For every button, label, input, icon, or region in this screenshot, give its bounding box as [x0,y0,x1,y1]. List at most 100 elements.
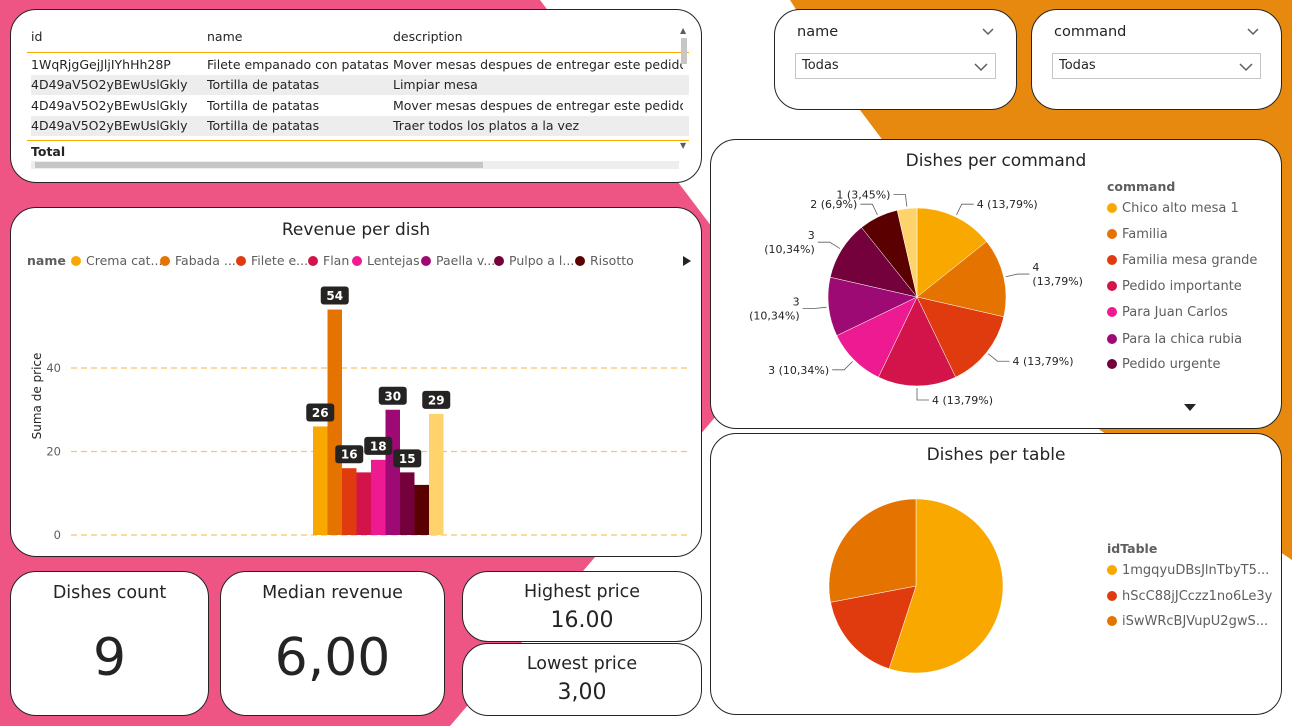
legend-item[interactable]: Para la chica rubia [1107,332,1242,347]
data-label: 18 [370,439,387,453]
legend-item[interactable]: Chico alto mesa 1 [1107,201,1239,216]
cell-description: Limpiar mesa [393,77,478,92]
slice-data-label-line: 4 (13,79%) [977,198,1038,211]
cell-id: 4D49aV5O2yBEwUslGkly [31,77,188,92]
kpi-median-revenue-card: Median revenue 6,00 [220,571,445,716]
slicer-name-card: name Todas [774,9,1017,110]
legend-item-label: Pedido importante [1122,279,1242,294]
slice-data-label-line: 3 (10,34%) [768,364,829,377]
legend-item-label: hScC88jJCczz1no6Le3y [1122,589,1273,604]
column-header-description[interactable]: description [393,27,683,47]
table-row[interactable]: 4D49aV5O2yBEwUslGkly Tortilla de patatas… [31,96,689,116]
chevron-down-icon[interactable] [973,59,989,75]
cell-name: Tortilla de patatas [207,77,320,92]
cell-description: Mover mesas despues de entregar este ped… [393,98,683,113]
scroll-up-icon[interactable]: ▲ [680,26,686,35]
slice-data-label: 4 (13,79%) [977,198,1038,211]
legend-item[interactable]: hScC88jJCczz1no6Le3y [1107,589,1272,604]
table-row[interactable]: 4D49aV5O2yBEwUslGkly Tortilla de patatas… [31,75,689,95]
leader-line [817,241,841,249]
leader-line [987,353,1010,362]
cell-name: Tortilla de patatas [207,98,320,113]
leader-line [832,361,853,371]
data-label: 30 [384,389,401,403]
chevron-down-icon[interactable] [980,24,996,40]
leader-line [916,388,929,401]
horizontal-scrollbar[interactable] [31,161,679,169]
data-label: 15 [399,452,416,466]
slicer-name-label: name [797,24,839,40]
table-row[interactable]: 1WqRjgGejJljIYhHh28P Filete empanado con… [31,55,689,75]
bar [429,413,444,535]
slice-data-label-line: 4 (13,79%) [932,394,993,407]
kpi-dishes-count-label: Dishes count [52,583,167,603]
legend-item[interactable]: 1mgqyuDBsJlnTbyT5... [1107,563,1269,578]
slice-data-label-line: 4 [1032,261,1039,274]
legend-scroll-down-icon[interactable] [1184,404,1196,412]
leader-line [1005,273,1030,278]
vertical-scrollbar-thumb[interactable] [681,38,687,64]
slice-data-label: 4 (13,79%) [1032,261,1083,288]
data-label: 16 [341,448,358,462]
slice-data-label: 3 (10,34%) [764,229,815,256]
slice-data-label-line: 1 (3,45%) [836,189,890,202]
column-header-name[interactable]: name [207,27,389,47]
vertical-scrollbar[interactable]: ▲ ▼ [679,26,689,152]
pie-command-legend-title: command [1107,179,1176,194]
kpi-median-revenue-value: 6,00 [274,628,391,688]
slice-data-label-line: (13,79%) [1032,275,1083,288]
legend-item[interactable]: Pedido importante [1107,279,1242,294]
kpi-lowest-price-value: 3,00 [557,680,607,705]
legend-item-label: Familia [1122,227,1168,242]
legend-item[interactable]: iSwWRcBJVupU2gwS... [1107,614,1268,629]
slice-data-label: 3 (10,34%) [768,364,829,377]
slicer-command-dropdown[interactable]: Todas [1052,53,1261,79]
bar [385,409,400,535]
legend-item[interactable]: Familia [1107,227,1168,242]
legend-item-label: Chico alto mesa 1 [1122,201,1239,216]
bar [356,472,371,535]
cell-name: Tortilla de patatas [207,118,320,133]
data-label: 29 [428,393,445,407]
total-label: Total [31,144,66,159]
kpi-lowest-price-label: Lowest price [526,654,638,674]
data-table-card: id name description 1WqRjgGejJljIYhHh28P… [10,9,702,183]
legend-item-label: Pedido urgente [1122,357,1221,372]
slice-data-label: 4 (13,79%) [932,394,993,407]
data-label: 26 [312,406,329,420]
legend-item-label: Familia mesa grande [1122,253,1258,268]
bar [313,426,328,535]
pie-table-legend-title: idTable [1107,541,1158,556]
legend-item[interactable]: Pedido urgente [1107,357,1221,372]
kpi-median-revenue-label: Median revenue [262,583,403,603]
legend-item[interactable]: Familia mesa grande [1107,253,1257,268]
cell-description: Mover mesas despues de entregar este ped… [393,57,683,72]
data-label: 54 [326,289,343,303]
horizontal-scrollbar-thumb[interactable] [35,162,483,168]
table-row[interactable]: 4D49aV5O2yBEwUslGkly Tortilla de patatas… [31,116,689,136]
bar [342,468,357,535]
leader-line [802,306,827,309]
slicer-command-card: command Todas [1031,9,1282,110]
chevron-down-icon[interactable] [1238,59,1254,75]
revenue-bar-chart: 0 20 40Suma de price 26 54 16 18 30 15 29 [30,286,687,542]
header-divider [27,52,689,53]
legend-item-label: iSwWRcBJVupU2gwS... [1122,614,1269,629]
legend-item[interactable]: Para Juan Carlos [1107,305,1228,320]
scroll-down-icon[interactable]: ▼ [680,141,686,150]
kpi-highest-price-card: Highest price 16.00 [462,571,702,642]
slicer-name-value: Todas [802,58,839,73]
chevron-down-icon[interactable] [1245,24,1261,40]
column-header-id[interactable]: id [31,27,201,47]
leader-line [860,203,878,216]
pie-command-card: Dishes per command 4 (13,79%) 4 (13,79%) 4 … [710,139,1282,429]
leader-line [956,203,974,216]
table-total-row: Total [31,142,689,162]
bar [327,309,342,535]
slice-data-label: 1 (3,45%) [836,189,890,202]
pie-table-card: Dishes per table idTable 1mgqyuDBsJlnTby… [710,433,1282,715]
y-tick-label: 20 [46,445,61,459]
kpi-highest-price-value: 16.00 [550,608,614,633]
slice-data-label-line: 3 [793,296,800,309]
slicer-name-dropdown[interactable]: Todas [795,53,996,79]
